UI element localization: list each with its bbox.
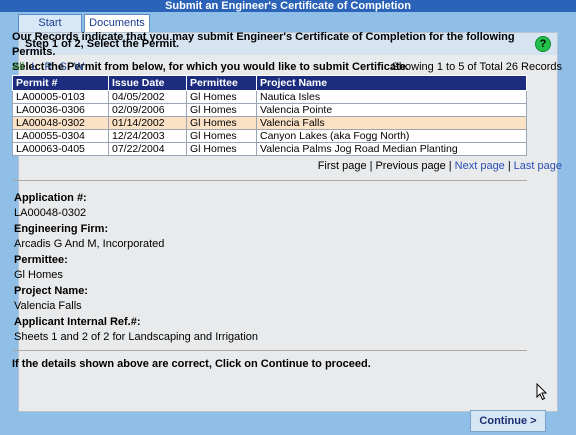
pager-separator: |: [448, 160, 452, 172]
cell-permit: LA00048-0302: [12, 116, 109, 130]
intro-line-1: Our Records indicate that you may submit…: [12, 31, 515, 58]
last-page-link[interactable]: Last page: [514, 160, 562, 172]
cell-issue-date: 04/05/2002: [108, 90, 187, 104]
cell-permittee: Gl Homes: [186, 142, 257, 156]
permits-table: Permit # Issue Date Permittee Project Na…: [12, 75, 527, 156]
pager: First page | Previous page | Next page | Last …: [318, 160, 562, 172]
table-row[interactable]: LA00063-0405 07/22/2004 Gl Homes Valenci…: [12, 142, 527, 156]
table-row[interactable]: LA00005-0103 04/05/2002 Gl Homes Nautica…: [12, 90, 527, 104]
filter-w-link[interactable]: W: [74, 61, 84, 73]
cell-permit: LA00063-0405: [12, 142, 109, 156]
cell-project: Canyon Lakes (aka Fogg North): [256, 129, 527, 143]
internal-ref-label: Applicant Internal Ref.#:: [14, 316, 141, 328]
cell-permit: LA00055-0304: [12, 129, 109, 143]
window-title: Submit an Engineer's Certificate of Comp…: [0, 0, 576, 12]
record-count: Showing 1 to 5 of Total 26 Records: [391, 61, 562, 73]
filter-s-link[interactable]: S: [60, 61, 67, 73]
continue-button[interactable]: Continue >: [470, 410, 546, 432]
permittee-label: Permittee:: [14, 254, 68, 266]
column-header[interactable]: Issue Date: [108, 75, 187, 91]
project-name-value: Valencia Falls: [14, 300, 82, 312]
table-row-selected[interactable]: LA00048-0302 01/14/2002 Gl Homes Valenci…: [12, 116, 527, 130]
column-header[interactable]: Permittee: [186, 75, 257, 91]
cell-project: Nautica Isles: [256, 90, 527, 104]
alpha-filter: All L R S W: [12, 61, 88, 73]
engineering-firm-label: Engineering Firm:: [14, 223, 109, 235]
engineering-firm-value: Arcadis G And M, Incorporated: [14, 238, 165, 250]
cell-issue-date: 07/22/2004: [108, 142, 187, 156]
tab-bar: Start Documents: [0, 12, 576, 32]
filter-r-link[interactable]: R: [44, 61, 52, 73]
cell-issue-date: 01/14/2002: [108, 116, 187, 130]
cell-project: Valencia Palms Jog Road Median Planting: [256, 142, 527, 156]
project-name-label: Project Name:: [14, 285, 88, 297]
table-row[interactable]: LA00036-0306 02/09/2006 Gl Homes Valenci…: [12, 103, 527, 117]
pager-separator: |: [369, 160, 373, 172]
permit-details: Application #: LA00048-0302 Engineering …: [14, 191, 514, 346]
table-row[interactable]: LA00055-0304 12/24/2003 Gl Homes Canyon …: [12, 129, 527, 143]
cell-issue-date: 02/09/2006: [108, 103, 187, 117]
filter-all-link[interactable]: All: [12, 61, 24, 73]
internal-ref-value: Sheets 1 and 2 of 2 for Landscaping and …: [14, 331, 259, 343]
table-header-row: Permit # Issue Date Permittee Project Na…: [12, 75, 527, 91]
divider: [12, 350, 527, 351]
cell-project: Valencia Pointe: [256, 103, 527, 117]
cell-permit: LA00005-0103: [12, 90, 109, 104]
cell-permittee: Gl Homes: [186, 116, 257, 130]
first-page-link[interactable]: First page: [318, 160, 367, 172]
cell-issue-date: 12/24/2003: [108, 129, 187, 143]
cell-permittee: Gl Homes: [186, 129, 257, 143]
permittee-value: Gl Homes: [14, 269, 63, 281]
divider: [12, 180, 527, 181]
column-header[interactable]: Project Name: [256, 75, 527, 91]
column-header[interactable]: Permit #: [12, 75, 109, 91]
next-page-link[interactable]: Next page: [455, 160, 505, 172]
pager-separator: |: [507, 160, 511, 172]
mouse-cursor-icon: [536, 383, 548, 401]
application-value: LA00048-0302: [14, 207, 87, 219]
previous-page-link[interactable]: Previous page: [375, 160, 445, 172]
cell-project: Valencia Falls: [256, 116, 527, 130]
help-icon[interactable]: ?: [535, 36, 551, 52]
cell-permit: LA00036-0306: [12, 103, 109, 117]
application-label: Application #:: [14, 192, 87, 204]
cell-permittee: Gl Homes: [186, 103, 257, 117]
cell-permittee: Gl Homes: [186, 90, 257, 104]
confirm-instruction: If the details shown above are correct, …: [12, 358, 371, 370]
filter-l-link[interactable]: L: [31, 61, 37, 73]
